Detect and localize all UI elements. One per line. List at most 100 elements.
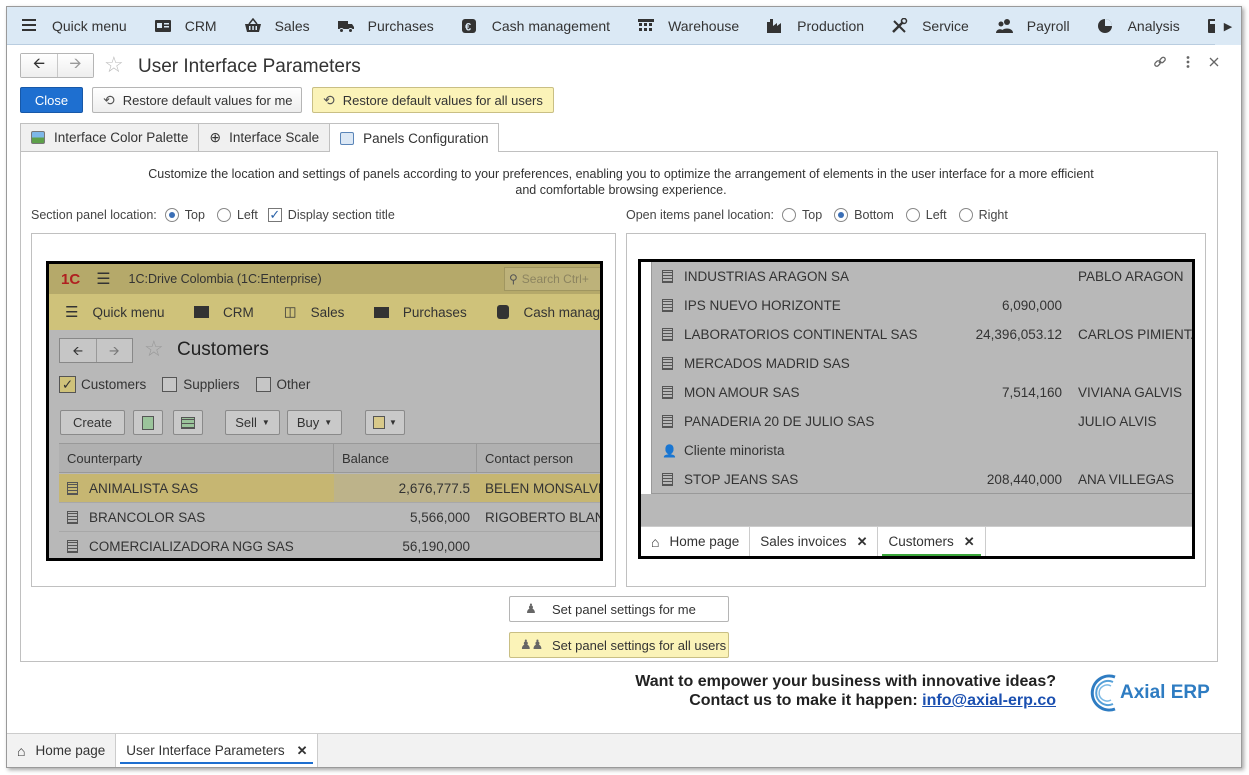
forward-button[interactable]: 🡪 (57, 54, 93, 77)
add-document-icon (142, 415, 154, 430)
preview-sections-menu: ☰ Quick menu CRM ◫ Sales Purchases Cash … (49, 294, 600, 330)
row-balance (952, 349, 1062, 378)
user-icon: ♟ (525, 601, 537, 616)
menu-warehouse[interactable]: Warehouse (623, 7, 752, 45)
menu-service[interactable]: Service (877, 7, 982, 45)
pie-chart-icon (1097, 18, 1115, 34)
restore-defaults-all-button[interactable]: ⟲ Restore default values for all users (312, 87, 554, 113)
row-balance (952, 407, 1062, 436)
menu-quick-menu[interactable]: Quick menu (7, 7, 140, 45)
list-item: MON AMOUR SAS 7,514,160 VIVIANA GALVIS (652, 378, 1192, 407)
row-contact (1078, 349, 1192, 378)
radio-section-top[interactable] (164, 208, 179, 222)
column-header: Counterparty (67, 450, 143, 466)
tab-label: Customers (888, 534, 954, 549)
print-icon (373, 416, 386, 429)
menu-label: Service (922, 17, 969, 34)
display-title-checkbox[interactable]: ✓ (267, 208, 282, 222)
list-item: IPS NUEVO HORIZONTE 6,090,000 (652, 291, 1192, 320)
building-icon (662, 415, 673, 428)
list-item: LABORATORIOS CONTINENTAL SAS 24,396,053.… (652, 320, 1192, 349)
close-button[interactable]: Close (20, 87, 83, 113)
more-vertical-icon[interactable] (1185, 55, 1191, 72)
preview-customers-list: INDUSTRIAS ARAGON SA PABLO ARAGON IPS NU… (651, 262, 1192, 494)
tab-panels-configuration[interactable]: Panels Configuration (329, 123, 500, 152)
arrow-left-icon: 🡨 (32, 55, 46, 72)
promo-text: Want to empower your business with innov… (635, 672, 1056, 710)
close-icon[interactable]: ✕ (297, 743, 308, 759)
row-balance: 5,566,000 (409, 509, 470, 525)
row-name-cell: INDUSTRIAS ARAGON SA (662, 262, 972, 291)
building-icon (662, 299, 673, 312)
list-item: STOP JEANS SAS 208,440,000 ANA VILLEGAS (652, 465, 1192, 494)
building-icon (662, 386, 673, 399)
sell-label: Sell (235, 415, 257, 430)
arrow-right-icon: 🡪 (69, 55, 82, 72)
radio-section-left[interactable] (216, 208, 231, 222)
panels-description: Customize the location and settings of p… (148, 167, 1094, 197)
restore-defaults-me-button[interactable]: ⟲ Restore default values for me (92, 87, 302, 113)
preview-sell-button: Sell ▼ (225, 410, 280, 435)
row-name: IPS NUEVO HORIZONTE (684, 298, 841, 313)
basket-icon (244, 17, 262, 34)
promo-line-1: Want to empower your business with innov… (635, 673, 1056, 690)
tab-color-palette[interactable]: Interface Color Palette (20, 123, 200, 151)
row-name-cell: MERCADOS MADRID SAS (662, 349, 972, 378)
preview-create-button: Create (60, 410, 125, 435)
menu-sales[interactable]: Sales (230, 7, 323, 45)
radio-label: Left (236, 208, 258, 222)
building-icon (662, 328, 673, 341)
tab-home-page[interactable]: ⌂ Home page (7, 734, 117, 767)
caret-down-icon: ▼ (324, 418, 333, 427)
menu-purchases[interactable]: Purchases (323, 7, 447, 45)
menu-scroll-right-button[interactable]: ▶ (1215, 7, 1241, 45)
link-icon[interactable] (1153, 55, 1167, 72)
close-icon[interactable] (1209, 55, 1219, 72)
preview-menu-item: Quick menu (92, 304, 165, 320)
menu-payroll[interactable]: Payroll (982, 7, 1083, 45)
favorite-star-icon[interactable]: ☆ (104, 52, 124, 78)
row-contact: RIGOBERTO BLAN (485, 509, 603, 525)
buy-label: Buy (296, 415, 320, 430)
row-balance: 2,676,777.5 (334, 474, 470, 502)
radio-open-left[interactable] (905, 208, 920, 222)
row-name: MERCADOS MADRID SAS (684, 356, 850, 371)
arrow-right-icon: 🡪 (108, 343, 120, 358)
tab-interface-scale[interactable]: ⊕ Interface Scale (198, 123, 331, 151)
row-contact: CARLOS PIMIENTA (1078, 327, 1195, 342)
menu-label: Production (797, 17, 865, 34)
row-name: COMERCIALIZADORA NGG SAS (89, 538, 294, 554)
preview-gap (641, 494, 1192, 528)
tab-label: Home page (669, 534, 740, 549)
menu-crm[interactable]: CRM (140, 7, 230, 45)
radio-open-top[interactable] (782, 208, 797, 222)
preview-menu-item: Cash manag (523, 304, 600, 320)
menu-analysis[interactable]: Analysis (1083, 7, 1193, 45)
set-all-label: Set panel settings for all users (552, 637, 727, 653)
factory-icon (766, 18, 784, 34)
radio-open-bottom[interactable] (834, 208, 849, 222)
radio-open-right[interactable] (958, 208, 973, 222)
preview-tab-home: ⌂ Home page (641, 527, 751, 556)
tab-label: Interface Color Palette (54, 130, 189, 145)
tools-icon (891, 17, 909, 34)
tab-label: Sales invoices (760, 534, 847, 549)
home-icon: ⌂ (17, 742, 26, 759)
preview-nav: 🡨 🡪 (59, 338, 133, 363)
row-contact: JULIO ALVIS (1078, 414, 1157, 429)
checkbox-icon (162, 377, 178, 392)
row-name: Cliente minorista (684, 443, 785, 458)
tab-label: Interface Scale (229, 130, 320, 145)
row-balance (952, 436, 1062, 465)
set-panel-settings-me-button[interactable]: ♟ Set panel settings for me (509, 596, 729, 622)
set-panel-settings-all-button[interactable]: ♟♟ Set panel settings for all users (509, 632, 729, 658)
back-button[interactable]: 🡨 (21, 54, 57, 77)
spreadsheet-icon (181, 416, 195, 429)
menu-production[interactable]: Production (752, 7, 877, 45)
menu-label: Analysis (1127, 17, 1180, 34)
menu-cash-management[interactable]: € Cash management (447, 7, 623, 45)
tab-user-interface-parameters[interactable]: User Interface Parameters ✕ (116, 734, 319, 767)
tab-label: Home page (35, 743, 106, 758)
table-row: ANIMALISTA SAS 2,676,777.5 BELEN MONSALV… (59, 474, 600, 503)
email-link[interactable]: info@axial-erp.co (922, 692, 1056, 709)
